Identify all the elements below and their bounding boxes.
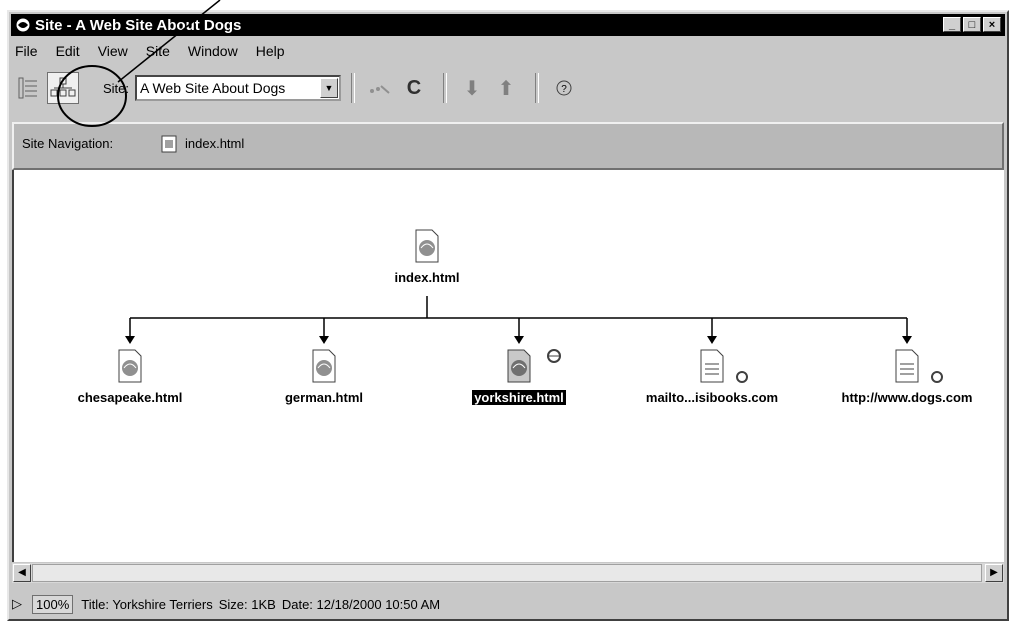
svg-text:?: ? [561, 84, 567, 95]
menu-edit[interactable]: Edit [54, 43, 82, 59]
toolbar-separator [443, 73, 448, 103]
scroll-right-button[interactable]: ▶ [985, 564, 1003, 582]
refresh-button[interactable]: C [399, 73, 429, 103]
get-arrow-icon: ⬇ [463, 77, 481, 100]
connect-plug-icon [370, 85, 390, 94]
document-icon [895, 349, 919, 383]
html-page-icon [312, 349, 336, 383]
toolbar: Site: A Web Site About Dogs ▼ C ⬇ ⬆ ? [13, 66, 1003, 110]
external-link-icon [931, 371, 943, 383]
site-navigation-label: Site Navigation: [22, 136, 114, 151]
site-map-icon [50, 77, 76, 97]
site-map-canvas: index.html chesapeake.html german.html y… [12, 170, 1004, 562]
html-page-icon [118, 349, 142, 383]
window-title: Site - A Web Site About Dogs [35, 16, 242, 34]
status-date: Date: 12/18/2000 10:50 AM [281, 596, 441, 612]
site-files-view-button[interactable] [13, 73, 43, 103]
close-button[interactable]: × [983, 17, 1001, 32]
site-map-child-node[interactable]: chesapeake.html [45, 348, 215, 407]
html-file-icon [161, 135, 177, 153]
dreamweaver-app-icon [15, 17, 31, 33]
toolbar-separator [535, 73, 540, 103]
menu-site[interactable]: Site [144, 43, 172, 59]
toolbar-separator [351, 73, 356, 103]
file-list-icon [18, 77, 37, 99]
put-arrow-icon: ⬆ [497, 77, 515, 100]
refresh-icon: C [406, 76, 422, 99]
external-link-icon [736, 371, 748, 383]
site-dropdown[interactable]: A Web Site About Dogs ▼ [135, 75, 342, 101]
site-map-view-button[interactable] [47, 72, 79, 104]
site-dropdown-value: A Web Site About Dogs [140, 80, 286, 96]
get-files-button[interactable]: ⬇ [457, 73, 487, 103]
scroll-left-button[interactable]: ◀ [13, 564, 31, 582]
site-navigation-file[interactable]: index.html [185, 136, 244, 151]
site-map-link-node[interactable]: mailto...isibooks.com [627, 348, 797, 407]
document-icon [700, 349, 724, 383]
node-label: mailto...isibooks.com [645, 390, 779, 405]
menu-help[interactable]: Help [254, 43, 287, 59]
html-page-icon [507, 349, 531, 383]
node-label: index.html [394, 270, 460, 285]
help-button[interactable]: ? [549, 73, 579, 103]
site-window: Site - A Web Site About Dogs _ □ × File … [7, 10, 1009, 621]
minimize-button[interactable]: _ [943, 17, 961, 32]
site-map-root-node[interactable]: index.html [342, 228, 512, 287]
node-label: http://www.dogs.com [841, 390, 973, 405]
site-map-link-node[interactable]: http://www.dogs.com [822, 348, 992, 407]
site-navigation-bar: Site Navigation: index.html [12, 122, 1004, 170]
node-label-selected: yorkshire.html [472, 390, 566, 405]
status-bar: ▷ 100% Title: Yorkshire Terriers Size: 1… [12, 592, 1004, 616]
title-bar[interactable]: Site - A Web Site About Dogs _ □ × [11, 14, 1005, 36]
dropdown-arrow-icon[interactable]: ▼ [320, 78, 339, 98]
site-map-child-node-selected[interactable]: yorkshire.html [434, 348, 604, 407]
help-icon: ? [556, 80, 572, 96]
horizontal-scrollbar[interactable]: ◀ ▶ [12, 563, 1004, 583]
expand-arrow-icon[interactable]: ▷ [12, 596, 22, 612]
status-size: Size: 1KB [218, 596, 276, 612]
menu-file[interactable]: File [13, 43, 40, 59]
site-map-child-node[interactable]: german.html [239, 348, 409, 407]
menu-window[interactable]: Window [186, 43, 240, 59]
status-title: Title: Yorkshire Terriers [81, 596, 213, 612]
html-page-icon [415, 229, 439, 263]
connect-button[interactable] [365, 73, 395, 103]
link-globe-icon [547, 349, 561, 363]
node-label: german.html [284, 390, 363, 405]
node-label: chesapeake.html [77, 390, 183, 405]
zoom-dropdown[interactable]: 100% [32, 594, 74, 614]
site-label: Site: [103, 80, 130, 96]
menu-view[interactable]: View [96, 43, 130, 59]
put-files-button[interactable]: ⬆ [491, 73, 521, 103]
maximize-button[interactable]: □ [963, 17, 981, 32]
scroll-thumb[interactable] [32, 564, 982, 582]
menu-bar: File Edit View Site Window Help [13, 40, 287, 62]
